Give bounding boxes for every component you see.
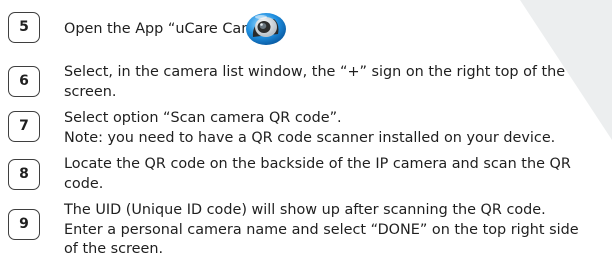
- step-text-line: Select, in the camera list window, the “…: [64, 64, 566, 80]
- step-number-badge: 6: [8, 66, 40, 97]
- step-text-line: Note: you need to have a QR code scanner…: [64, 129, 556, 146]
- step-text: The UID (Unique ID code) will show up af…: [64, 201, 608, 260]
- step-text: Select option “Scan camera QR code”. Not…: [64, 109, 608, 148]
- step-number-badge: 7: [8, 111, 40, 142]
- step-number-badge: 9: [8, 209, 40, 240]
- step-text-line: Open the App “uCare Cam”.: [64, 21, 268, 37]
- step-text: Locate the QR code on the backside of th…: [64, 155, 608, 194]
- step-text: Select, in the camera list window, the “…: [64, 63, 608, 102]
- step-text: Open the App “uCare Cam”.: [64, 20, 608, 40]
- step-text-line: code.: [64, 175, 104, 192]
- camera-app-icon: [244, 7, 288, 47]
- step-text-line: of the screen.: [64, 241, 164, 257]
- step-number-badge: 8: [8, 159, 40, 190]
- step-text-line: screen.: [64, 83, 117, 100]
- step-text-line: Enter a personal camera name and select …: [64, 221, 579, 238]
- step-text-line: Locate the QR code on the backside of th…: [64, 156, 571, 172]
- step-number-badge: 5: [8, 12, 40, 43]
- step-text-line: Select option “Scan camera QR code”.: [64, 110, 342, 126]
- step-text-line: The UID (Unique ID code) will show up af…: [64, 202, 546, 218]
